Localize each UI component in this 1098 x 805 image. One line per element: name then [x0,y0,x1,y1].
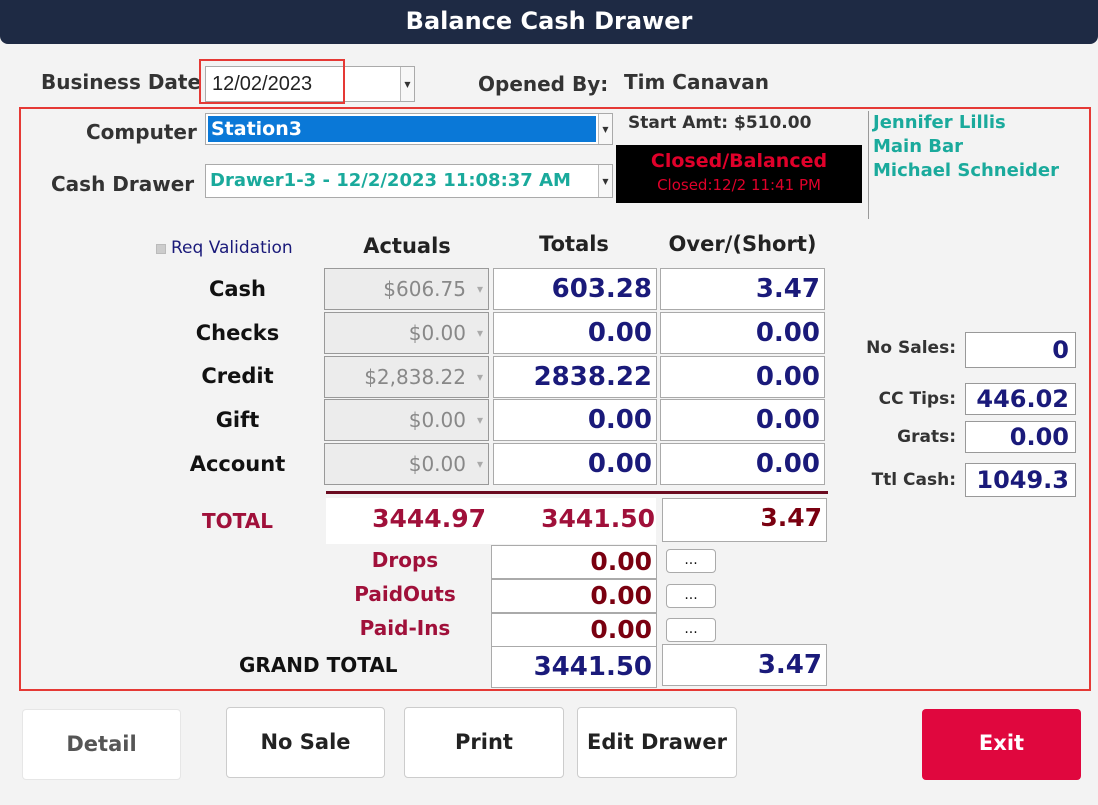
row-label-credit: Credit [201,364,274,388]
cash-drawer-value: Drawer1-3 - 12/2/2023 11:08:37 AM [210,170,571,191]
total-account: 0.00 [493,443,657,485]
actual-cash-field[interactable]: $606.75 ▾ [324,268,489,310]
paidins-label: Paid-Ins [359,616,451,640]
actual-gift-value: $0.00 [408,408,466,432]
start-amount: Start Amt: $510.00 [628,113,812,133]
detail-button[interactable]: Detail [22,709,181,780]
cc-tips-label: CC Tips: [878,389,956,409]
drawer-status-title: Closed/Balanced [650,150,828,172]
over-credit: 0.00 [660,356,825,398]
row-label-account: Account [189,452,286,476]
chevron-down-icon[interactable]: ▼ [598,114,612,144]
drawer-status-closed: Closed:12/2 11:41 PM [657,176,821,194]
spinner-icon[interactable]: ▾ [472,400,488,440]
cash-drawer-label: Cash Drawer [51,172,195,196]
paidouts-label: PaidOuts [354,582,456,606]
grats-value: 0.00 [965,421,1076,453]
opened-by-label: Opened By: [478,72,609,96]
paidouts-detail-button[interactable]: ... [666,584,716,608]
row-label-cash: Cash [208,277,267,301]
total-checks: 0.00 [493,312,657,354]
total-actual: 3444.97 [372,504,486,533]
drawer-status-box: Closed/Balanced Closed:12/2 11:41 PM [616,145,862,203]
col-over-short: Over/(Short) [668,232,817,256]
actual-account-field[interactable]: $0.00 ▾ [324,443,489,485]
req-validation-checkbox[interactable] [156,244,166,254]
no-sale-button[interactable]: No Sale [226,707,385,778]
spinner-icon[interactable]: ▾ [472,269,488,309]
drops-value: 0.00 [491,545,657,579]
col-totals: Totals [539,232,609,256]
computer-value: Station3 [208,116,596,142]
no-sales-label: No Sales: [866,338,956,358]
users-list[interactable]: Jennifer Lillis Main Bar Michael Schneid… [868,111,1088,219]
exit-button[interactable]: Exit [922,709,1081,780]
ttl-cash-label: Ttl Cash: [871,470,956,490]
grand-total-value: 3441.50 [491,646,657,688]
total-over: 3.47 [760,503,822,532]
spinner-icon[interactable]: ▾ [472,444,488,484]
over-checks: 0.00 [660,312,825,354]
col-actuals: Actuals [363,234,451,258]
date-highlight-frame [199,59,345,104]
edit-drawer-button[interactable]: Edit Drawer [577,707,737,778]
actual-checks-value: $0.00 [408,321,466,345]
spinner-icon[interactable]: ▾ [472,357,488,397]
computer-select[interactable]: Station3 ▼ [205,113,613,145]
total-divider [326,491,828,494]
no-sales-value: 0 [965,332,1076,368]
grats-label: Grats: [897,427,956,447]
row-label-gift: Gift [215,408,260,432]
list-item[interactable]: Michael Schneider [869,159,1088,183]
paidins-value: 0.00 [491,613,657,647]
opened-by-value: Tim Canavan [624,70,769,94]
spinner-icon[interactable]: ▾ [472,313,488,353]
actual-cash-value: $606.75 [383,277,466,301]
total-credit: 2838.22 [493,356,657,398]
actual-account-value: $0.00 [408,452,466,476]
cash-drawer-select[interactable]: Drawer1-3 - 12/2/2023 11:08:37 AM ▼ [205,164,613,198]
total-gift: 0.00 [493,399,657,441]
chevron-down-icon[interactable]: ▼ [400,67,414,101]
grand-total-label: GRAND TOTAL [239,653,398,677]
list-item[interactable]: Main Bar [869,135,1088,159]
row-label-checks: Checks [195,321,280,345]
computer-label: Computer [86,120,197,144]
ttl-cash-value: 1049.3 [965,463,1076,497]
drops-detail-button[interactable]: ... [666,549,716,573]
list-item[interactable]: Jennifer Lillis [869,111,1088,135]
actual-credit-field[interactable]: $2,838.22 ▾ [324,356,489,398]
cc-tips-value: 446.02 [965,383,1076,415]
window-title: Balance Cash Drawer [0,0,1098,44]
print-button[interactable]: Print [404,707,564,778]
total-totals: 3441.50 [541,504,655,533]
total-cash: 603.28 [493,268,657,310]
over-cash: 3.47 [660,268,825,310]
total-label: TOTAL [202,509,273,533]
drops-label: Drops [371,548,439,572]
paidouts-value: 0.00 [491,579,657,613]
grand-total-over: 3.47 [662,644,827,686]
business-date-label: Business Date [41,70,202,94]
req-validation-label: Req Validation [171,238,293,258]
paidins-detail-button[interactable]: ... [666,618,716,642]
actual-credit-value: $2,838.22 [364,365,466,389]
actual-gift-field[interactable]: $0.00 ▾ [324,399,489,441]
actual-checks-field[interactable]: $0.00 ▾ [324,312,489,354]
over-account: 0.00 [660,443,825,485]
chevron-down-icon[interactable]: ▼ [598,165,612,197]
over-gift: 0.00 [660,399,825,441]
